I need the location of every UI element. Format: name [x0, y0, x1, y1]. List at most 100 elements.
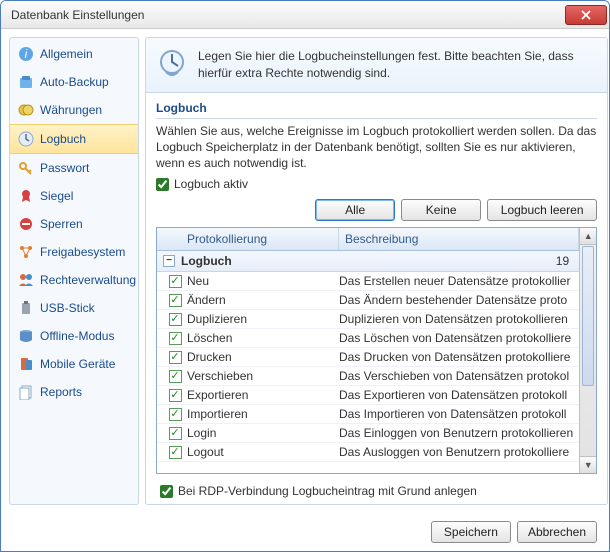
- sidebar-item-password[interactable]: Passwort: [10, 154, 138, 182]
- row-description: Das Ausloggen von Benutzern protokollier…: [339, 445, 573, 459]
- sidebar-item-seal[interactable]: Siegel: [10, 182, 138, 210]
- clock-icon: [156, 48, 188, 80]
- grid-header-protocol[interactable]: Protokollierung: [181, 228, 339, 250]
- section-title: Logbuch: [156, 101, 597, 119]
- body: i Allgemein Auto-Backup Währungen Logbuc…: [1, 29, 609, 513]
- sidebar-item-label: Auto-Backup: [40, 75, 109, 89]
- table-row[interactable]: LöschenDas Löschen von Datensätzen proto…: [157, 329, 579, 348]
- row-name: Ändern: [187, 293, 339, 307]
- titlebar: Datenbank Einstellungen: [1, 1, 609, 29]
- sidebar-item-logbuch[interactable]: Logbuch: [10, 124, 138, 154]
- sidebar-item-mobile[interactable]: Mobile Geräte: [10, 350, 138, 378]
- sidebar-item-currencies[interactable]: Währungen: [10, 96, 138, 124]
- table-row[interactable]: ImportierenDas Importieren von Datensätz…: [157, 405, 579, 424]
- users-icon: [18, 272, 34, 288]
- row-checkbox[interactable]: [169, 446, 182, 459]
- sidebar-item-label: Sperren: [40, 217, 83, 231]
- row-name: Importieren: [187, 407, 339, 421]
- row-name: Exportieren: [187, 388, 339, 402]
- grid-body: Protokollierung Beschreibung − Logbuch 1…: [157, 228, 579, 473]
- sidebar-item-permissions[interactable]: Rechteverwaltung: [10, 266, 138, 294]
- table-row[interactable]: DruckenDas Drucken von Datensätzen proto…: [157, 348, 579, 367]
- clear-log-button[interactable]: Logbuch leeren: [487, 199, 597, 221]
- currency-icon: [18, 102, 34, 118]
- sidebar-item-label: USB-Stick: [40, 301, 95, 315]
- sidebar-item-lock[interactable]: Sperren: [10, 210, 138, 238]
- sidebar-item-label: Allgemein: [40, 47, 93, 61]
- info-icon: i: [18, 46, 34, 62]
- row-description: Das Löschen von Datensätzen protokollier…: [339, 331, 573, 345]
- dialog-footer: Speichern Abbrechen: [1, 513, 609, 551]
- table-row[interactable]: LoginDas Einloggen von Benutzern protoko…: [157, 424, 579, 443]
- mobile-icon: [18, 356, 34, 372]
- close-icon: [581, 10, 591, 20]
- backup-icon: [18, 74, 34, 90]
- settings-window: Datenbank Einstellungen i Allgemein Auto…: [0, 0, 610, 552]
- logbook-icon: [18, 131, 34, 147]
- table-row[interactable]: ÄndernDas Ändern bestehender Datensätze …: [157, 291, 579, 310]
- row-checkbox[interactable]: [169, 351, 182, 364]
- sidebar: i Allgemein Auto-Backup Währungen Logbuc…: [9, 37, 139, 505]
- row-checkbox[interactable]: [169, 332, 182, 345]
- save-button[interactable]: Speichern: [431, 521, 511, 543]
- sidebar-item-label: Freigabesystem: [40, 245, 125, 259]
- block-icon: [18, 216, 34, 232]
- rdp-checkbox[interactable]: Bei RDP-Verbindung Logbucheintrag mit Gr…: [160, 484, 593, 498]
- close-button[interactable]: [565, 5, 607, 25]
- group-label: Logbuch: [181, 254, 232, 268]
- row-checkbox[interactable]: [169, 389, 182, 402]
- sidebar-item-label: Offline-Modus: [40, 329, 114, 343]
- scroll-down-arrow[interactable]: ▼: [580, 456, 596, 473]
- sidebar-item-label: Rechteverwaltung: [40, 273, 136, 287]
- info-banner: Legen Sie hier die Logbucheinstellungen …: [146, 38, 607, 93]
- table-row[interactable]: NeuDas Erstellen neuer Datensätze protok…: [157, 272, 579, 291]
- sidebar-item-allgemein[interactable]: i Allgemein: [10, 40, 138, 68]
- sidebar-item-reports[interactable]: Reports: [10, 378, 138, 406]
- sidebar-item-label: Reports: [40, 385, 82, 399]
- table-row[interactable]: VerschiebenDas Verschieben von Datensätz…: [157, 367, 579, 386]
- vertical-scrollbar[interactable]: ▲ ▼: [579, 228, 596, 473]
- collapse-icon[interactable]: −: [163, 255, 175, 267]
- row-checkbox[interactable]: [169, 427, 182, 440]
- table-row[interactable]: ExportierenDas Exportieren von Datensätz…: [157, 386, 579, 405]
- cancel-button[interactable]: Abbrechen: [517, 521, 597, 543]
- sidebar-item-label: Währungen: [40, 103, 102, 117]
- table-row[interactable]: LogoutDas Ausloggen von Benutzern protok…: [157, 443, 579, 462]
- row-checkbox[interactable]: [169, 294, 182, 307]
- group-count: 19: [556, 254, 569, 268]
- row-checkbox[interactable]: [169, 275, 182, 288]
- row-name: Neu: [187, 274, 339, 288]
- grid-header-description[interactable]: Beschreibung: [339, 228, 579, 250]
- row-checkbox[interactable]: [169, 313, 182, 326]
- section-description: Wählen Sie aus, welche Ereignisse im Log…: [156, 123, 597, 172]
- row-checkbox[interactable]: [169, 370, 182, 383]
- scroll-thumb[interactable]: [582, 246, 594, 386]
- logbook-active-input[interactable]: [156, 178, 169, 191]
- logbook-active-label: Logbuch aktiv: [174, 177, 248, 191]
- select-none-button[interactable]: Keine: [401, 199, 481, 221]
- row-name: Drucken: [187, 350, 339, 364]
- share-icon: [18, 244, 34, 260]
- sidebar-item-autobackup[interactable]: Auto-Backup: [10, 68, 138, 96]
- table-row[interactable]: DuplizierenDuplizieren von Datensätzen p…: [157, 310, 579, 329]
- sidebar-item-offline[interactable]: Offline-Modus: [10, 322, 138, 350]
- logbook-active-checkbox[interactable]: Logbuch aktiv: [156, 177, 597, 191]
- row-checkbox[interactable]: [169, 408, 182, 421]
- row-name: Logout: [187, 445, 339, 459]
- reports-icon: [18, 384, 34, 400]
- row-description: Das Verschieben von Datensätzen protokol: [339, 369, 573, 383]
- row-description: Das Erstellen neuer Datensätze protokoll…: [339, 274, 573, 288]
- sidebar-item-sharing[interactable]: Freigabesystem: [10, 238, 138, 266]
- row-name: Verschieben: [187, 369, 339, 383]
- window-title: Datenbank Einstellungen: [11, 8, 565, 22]
- row-description: Das Drucken von Datensätzen protokollier…: [339, 350, 573, 364]
- row-description: Duplizieren von Datensätzen protokollier…: [339, 312, 573, 326]
- row-name: Duplizieren: [187, 312, 339, 326]
- row-description: Das Einloggen von Benutzern protokollier…: [339, 426, 573, 440]
- row-name: Löschen: [187, 331, 339, 345]
- rdp-checkbox-input[interactable]: [160, 485, 173, 498]
- select-all-button[interactable]: Alle: [315, 199, 395, 221]
- sidebar-item-usb[interactable]: USB-Stick: [10, 294, 138, 322]
- grid-group-row[interactable]: − Logbuch 19: [157, 251, 579, 272]
- scroll-up-arrow[interactable]: ▲: [580, 228, 596, 245]
